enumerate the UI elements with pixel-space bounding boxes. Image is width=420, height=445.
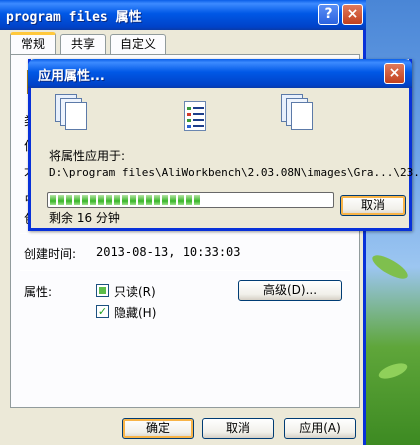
progress-block xyxy=(130,195,136,205)
readonly-label: 只读(R) xyxy=(114,285,156,299)
close-button[interactable]: × xyxy=(342,4,363,25)
progress-block xyxy=(106,195,112,205)
progress-block xyxy=(66,195,72,205)
target-documents-icon xyxy=(281,94,317,132)
source-documents-icon xyxy=(55,94,91,132)
apply-button[interactable]: 应用(A) xyxy=(284,418,356,439)
attributes-label: 属性: xyxy=(24,285,53,299)
progress-block xyxy=(74,195,80,205)
progress-block xyxy=(178,195,184,205)
cancel-button[interactable]: 取消 xyxy=(202,418,274,439)
progress-block xyxy=(114,195,120,205)
dialog-titlebar[interactable]: 应用属性... × xyxy=(28,59,412,88)
separator xyxy=(20,233,350,234)
properties-titlebar[interactable]: program files 属性 ? × xyxy=(0,0,366,30)
progress-block xyxy=(50,195,56,205)
progress-block xyxy=(122,195,128,205)
progress-block xyxy=(162,195,168,205)
leaf-decoration xyxy=(369,250,411,284)
progress-block xyxy=(82,195,88,205)
applying-to-label: 将属性应用于: xyxy=(49,149,126,163)
progress-bar xyxy=(47,192,334,208)
progress-block xyxy=(186,195,192,205)
progress-block xyxy=(90,195,96,205)
progress-fill xyxy=(50,195,331,205)
progress-block xyxy=(154,195,160,205)
ok-button[interactable]: 确定 xyxy=(122,418,194,439)
progress-block xyxy=(58,195,64,205)
properties-list-icon xyxy=(184,101,206,131)
dialog-title: 应用属性... xyxy=(38,69,105,84)
progress-block xyxy=(146,195,152,205)
help-button[interactable]: ? xyxy=(318,4,339,25)
created-value: 2013-08-13, 10:33:03 xyxy=(96,245,241,259)
dialog-close-button[interactable]: × xyxy=(384,63,405,84)
tab-custom[interactable]: 自定义 xyxy=(110,34,166,54)
hidden-checkbox[interactable]: ✓ xyxy=(96,305,109,318)
progress-block xyxy=(194,195,200,205)
tab-share[interactable]: 共享 xyxy=(60,34,106,54)
time-remaining: 剩余 16 分钟 xyxy=(49,211,120,225)
tab-general[interactable]: 常规 xyxy=(10,32,56,54)
readonly-checkbox[interactable] xyxy=(96,284,109,297)
apply-properties-dialog: 应用属性... × 将属性应用于: D:\program files\AliWo… xyxy=(28,59,420,231)
advanced-button[interactable]: 高级(D)... xyxy=(238,280,342,301)
progress-block xyxy=(98,195,104,205)
progress-block xyxy=(138,195,144,205)
progress-block xyxy=(170,195,176,205)
separator xyxy=(20,270,350,271)
hidden-label: 隐藏(H) xyxy=(114,306,157,320)
current-file-path: D:\program files\AliWorkbench\2.03.08N\i… xyxy=(49,166,420,179)
created-label: 创建时间: xyxy=(24,247,77,261)
window-title: program files 属性 xyxy=(6,10,142,25)
leaf-decoration xyxy=(376,360,410,382)
dialog-cancel-button[interactable]: 取消 xyxy=(340,195,406,216)
